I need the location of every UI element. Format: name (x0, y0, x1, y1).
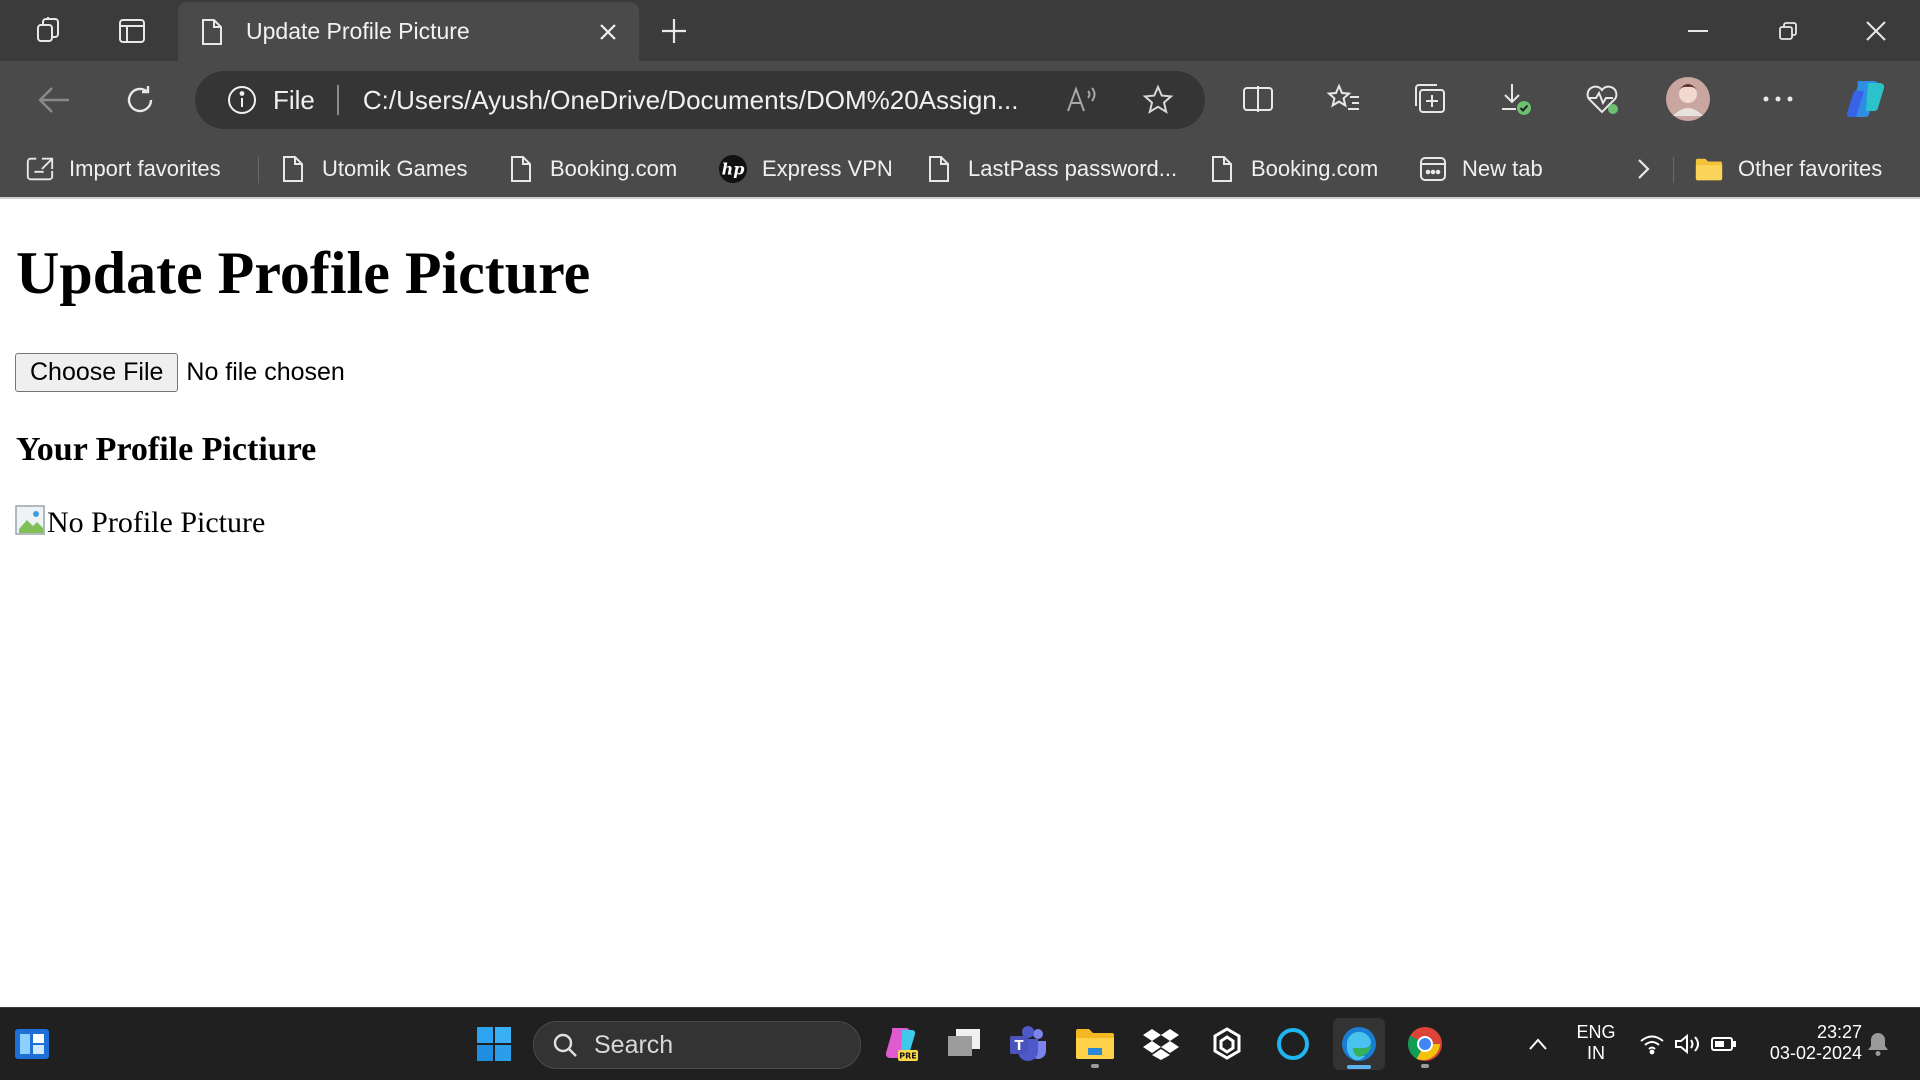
battery-icon[interactable] (1698, 1018, 1750, 1070)
favorite-label: Booking.com (550, 156, 678, 181)
favorite-star-icon[interactable] (1141, 83, 1175, 117)
other-favorites-folder[interactable]: Other favorites (1694, 149, 1882, 189)
cortana-icon[interactable] (1267, 1018, 1319, 1070)
file-input[interactable]: Choose File No file chosen (15, 353, 345, 392)
active-indicator (1347, 1065, 1371, 1069)
favorites-divider (258, 157, 259, 183)
vertical-tabs-icon[interactable] (112, 11, 152, 51)
svg-text:hp: hp (722, 160, 745, 179)
new-tab-button[interactable] (654, 11, 694, 51)
collections-icon[interactable] (1406, 75, 1454, 123)
search-label: Search (594, 1030, 674, 1059)
teams-icon[interactable]: T (1003, 1018, 1055, 1070)
language-code: ENG (1576, 1022, 1616, 1042)
edge-icon[interactable] (1333, 1018, 1385, 1070)
favorite-label: New tab (1462, 156, 1543, 181)
import-favorites-icon (25, 153, 55, 185)
close-tab-icon[interactable] (591, 15, 625, 49)
url-scheme: File (273, 84, 315, 115)
minimize-button[interactable] (1668, 10, 1728, 52)
restore-button[interactable] (1758, 10, 1818, 52)
widgets-icon[interactable] (6, 1018, 58, 1070)
profile-picture-image: No Profile Picture (15, 505, 265, 541)
broken-image-icon (15, 505, 47, 537)
other-favorites-label: Other favorites (1738, 156, 1883, 181)
favorite-express-vpn[interactable]: hp Express VPN (718, 149, 893, 189)
refresh-button[interactable] (116, 76, 164, 124)
page-content: Update Profile Picture Choose File No fi… (0, 199, 1920, 1007)
favorite-label: Utomik Games (322, 156, 468, 181)
running-indicator (1421, 1064, 1429, 1068)
svg-text:PRE: PRE (899, 1052, 917, 1061)
profile-picture-heading: Your Profile Pictiure (16, 431, 317, 468)
taskbar: Search PRE T ENG IN 23:27 03-02-2024 (0, 1007, 1920, 1080)
file-status-text: No file chosen (186, 358, 345, 386)
clock[interactable]: 23:27 03-02-2024 (1752, 1022, 1862, 1064)
search-icon (550, 1030, 580, 1060)
favorite-import-favorites[interactable]: Import favorites (25, 149, 221, 189)
settings-more-icon[interactable] (1754, 75, 1802, 123)
active-tab[interactable]: Update Profile Picture (178, 2, 639, 61)
browser-essentials-icon[interactable] (1578, 75, 1626, 123)
page-icon (506, 153, 536, 185)
file-explorer-icon[interactable] (1069, 1018, 1121, 1070)
favorite-lastpass[interactable]: LastPass password... (924, 149, 1177, 189)
new-tab-icon (1418, 153, 1448, 185)
choose-file-button[interactable]: Choose File (15, 353, 179, 392)
favorite-label: Import favorites (69, 156, 221, 181)
dropbox-icon[interactable] (1135, 1018, 1187, 1070)
profile-avatar[interactable] (1664, 75, 1712, 123)
tab-title: Update Profile Picture (246, 18, 470, 44)
favorite-booking-com[interactable]: Booking.com (506, 149, 677, 189)
running-indicator (1091, 1064, 1099, 1068)
favorites-divider (1673, 157, 1674, 183)
browser-toolbar: File C:/Users/Ayush/OneDrive/Documents/D… (0, 61, 1920, 197)
favorites-bar: Import favorites Utomik Games Booking.co… (0, 141, 1920, 197)
title-bar: Update Profile Picture (0, 0, 1920, 61)
language-indicator[interactable]: ENG IN (1573, 1022, 1619, 1064)
clock-date: 03-02-2024 (1769, 1043, 1862, 1063)
page-icon (1207, 153, 1237, 185)
copilot-preview-icon[interactable]: PRE (874, 1018, 926, 1070)
favorite-utomik-games[interactable]: Utomik Games (278, 149, 467, 189)
page-icon (198, 16, 226, 48)
close-window-button[interactable] (1846, 10, 1906, 52)
hp-icon: hp (718, 153, 748, 185)
split-screen-icon[interactable] (1234, 75, 1282, 123)
start-button[interactable] (468, 1018, 520, 1070)
page-icon (278, 153, 308, 185)
address-bar[interactable]: File C:/Users/Ayush/OneDrive/Documents/D… (195, 71, 1205, 129)
read-aloud-icon[interactable] (1065, 83, 1099, 117)
favorite-label: LastPass password... (968, 156, 1178, 181)
favorite-booking-com-2[interactable]: Booking.com (1207, 149, 1378, 189)
folder-icon (1694, 153, 1724, 185)
chrome-icon[interactable] (1399, 1018, 1451, 1070)
copilot-icon[interactable] (1842, 75, 1890, 123)
image-alt-text: No Profile Picture (47, 506, 266, 539)
favorite-label: Booking.com (1251, 156, 1379, 181)
address-separator (336, 85, 339, 115)
favorite-new-tab[interactable]: New tab (1418, 149, 1543, 189)
chevron-right-icon (1628, 153, 1658, 185)
downloads-icon[interactable] (1492, 75, 1540, 123)
chatgpt-icon[interactable] (1201, 1018, 1253, 1070)
page-icon (924, 153, 954, 185)
clock-time: 23:27 (1816, 1022, 1862, 1042)
taskbar-search[interactable]: Search (533, 1021, 861, 1069)
virtual-desktop-icon[interactable] (938, 1018, 990, 1070)
page-heading: Update Profile Picture (16, 240, 591, 306)
favorite-label: Express VPN (762, 156, 893, 181)
back-button[interactable] (30, 76, 78, 124)
notifications-bell-icon[interactable] (1852, 1018, 1904, 1070)
info-icon[interactable] (225, 83, 259, 117)
url-text[interactable]: C:/Users/Ayush/OneDrive/Documents/DOM%20… (363, 85, 1043, 116)
workspaces-icon[interactable] (30, 11, 70, 51)
svg-text:T: T (1015, 1039, 1024, 1054)
region-code: IN (1587, 1043, 1605, 1063)
favorites-overflow-button[interactable] (1628, 149, 1672, 189)
chevron-up-icon[interactable] (1512, 1018, 1564, 1070)
favorites-icon[interactable] (1320, 75, 1368, 123)
